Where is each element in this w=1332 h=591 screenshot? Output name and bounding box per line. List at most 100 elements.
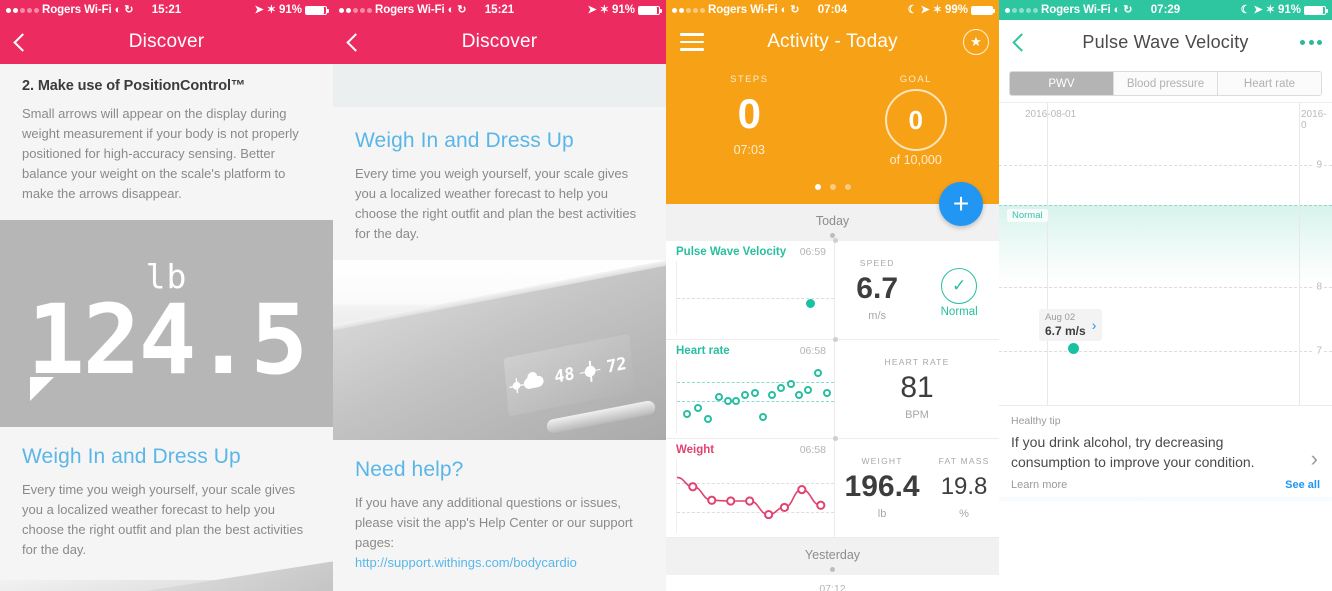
see-all-link[interactable]: See all: [1285, 479, 1320, 491]
metric2-value: 19.8: [940, 473, 988, 500]
data-point: [823, 388, 831, 397]
metric2-unit: %: [959, 508, 969, 520]
weight-metric: WEIGHT 196.4 lb: [845, 456, 920, 520]
card-title: Weight: [676, 444, 715, 456]
location-arrow-icon: ➤: [587, 3, 597, 16]
position-arrow-icon: [30, 377, 54, 401]
signal-dots-icon: [6, 7, 39, 13]
x-tick-end: 2016-0: [1301, 109, 1327, 131]
back-button-icon[interactable]: [1012, 32, 1031, 52]
location-arrow-icon: ➤: [1253, 3, 1263, 16]
healthy-tip-panel[interactable]: Healthy tip If you drink alcohol, try de…: [999, 405, 1332, 497]
status-bar: Rogers Wi-Fi ◐ ↻ 15:21 ➤ ✶ 91%: [0, 0, 333, 20]
need-help-card: Need help? If you have any additional qu…: [333, 440, 666, 589]
metric-value: 81: [900, 371, 934, 404]
carrier-name: Rogers Wi-Fi: [708, 4, 778, 16]
card-metrics: HEART RATE 81 BPM: [834, 340, 999, 438]
steps-value: 0: [737, 90, 761, 137]
callout-value: 6.7 m/s: [1045, 324, 1086, 338]
card-time: 06:58: [799, 345, 826, 357]
back-button-icon[interactable]: [13, 32, 32, 52]
card-time: 06:59: [799, 246, 826, 258]
pwv-chart[interactable]: 9 8 7 6 5 2016-08-01 2016-0 Normal Optim…: [999, 102, 1332, 501]
nav-bar: Discover: [333, 20, 666, 64]
check-circle-icon: ✓: [941, 268, 978, 304]
data-point: [777, 384, 786, 393]
section-heading: Weigh In and Dress Up: [355, 129, 574, 152]
card-next-partial[interactable]: 07:12: [678, 575, 987, 591]
goal-ring: 0: [884, 89, 947, 151]
card-time: 07:12: [819, 583, 846, 591]
carrier-name: Rogers Wi-Fi: [42, 4, 112, 16]
chevron-right-icon[interactable]: ›: [1311, 446, 1318, 472]
data-point: [703, 414, 712, 423]
day-separator-yesterday: Yesterday: [666, 538, 999, 575]
y-tick-8: 8: [1314, 281, 1324, 293]
weigh-in-card: Weigh In and Dress Up Every time you wei…: [0, 427, 333, 576]
learn-more-link[interactable]: Learn more: [1011, 479, 1067, 491]
badge-star-icon[interactable]: ★: [963, 29, 989, 55]
page-title: Discover: [461, 31, 538, 52]
signal-dots-icon: [339, 7, 372, 13]
battery-icon: [638, 5, 662, 15]
sync-icon: ↻: [790, 3, 800, 16]
section-heading-2: Weigh In and Dress Up: [22, 445, 241, 468]
metric2-label: FAT MASS: [938, 456, 990, 466]
add-button[interactable]: +: [939, 182, 983, 226]
zone-band-normal: [999, 205, 1332, 283]
data-point: [786, 379, 795, 388]
timeline-pin-icon: [830, 567, 835, 572]
tip-text: If you drink alcohol, try decreasing con…: [1011, 434, 1255, 470]
data-point: [750, 388, 759, 397]
page-title: Pulse Wave Velocity: [1082, 31, 1249, 52]
chevron-right-icon[interactable]: ›: [1092, 317, 1097, 333]
panel-pwv-detail: Rogers Wi-Fi ◐ ↻ 07:29 ☾ ➤ ✶ 91% Pulse W…: [999, 0, 1332, 591]
battery-icon: [1304, 5, 1328, 15]
timeline-pin-icon: [832, 436, 838, 441]
carrier-name: Rogers Wi-Fi: [375, 4, 445, 16]
back-button-icon[interactable]: [346, 32, 365, 52]
data-point: [683, 410, 692, 419]
tab-pwv[interactable]: PWV: [1010, 72, 1114, 95]
card-title: Pulse Wave Velocity: [676, 246, 787, 258]
more-dots-icon[interactable]: [1300, 39, 1322, 45]
data-point: [741, 390, 750, 399]
bluetooth-icon: ✶: [932, 3, 942, 16]
panel-discover-1: Rogers Wi-Fi ◐ ↻ 15:21 ➤ ✶ 91% Discover …: [0, 0, 333, 591]
card-pulse-wave-velocity[interactable]: Pulse Wave Velocity 06:59 SPEED 6.7 m/s …: [666, 238, 999, 340]
goal-sub: of 10,000: [889, 153, 942, 167]
metric-unit: BPM: [905, 409, 929, 421]
data-point-callout[interactable]: Aug 02 6.7 m/s ›: [1039, 309, 1103, 341]
support-link[interactable]: http://support.withings.com/bodycardio: [355, 553, 644, 573]
tab-heart-rate[interactable]: Heart rate: [1218, 72, 1321, 95]
tab-blood-pressure[interactable]: Blood pressure: [1114, 72, 1218, 95]
segmented-control[interactable]: PWV Blood pressure Heart rate: [1009, 71, 1322, 96]
steps-metric: STEPS 0 07:03: [674, 74, 824, 167]
fat-mass-metric: FAT MASS 19.8 %: [939, 456, 990, 520]
menu-icon[interactable]: [680, 33, 704, 51]
panel-activity: Rogers Wi-Fi ◐ ↻ 07:04 ☾ ➤ ✶ 99% Activit…: [666, 0, 999, 591]
data-point: [694, 403, 703, 412]
data-point: [779, 502, 790, 513]
data-point: [768, 390, 777, 399]
battery-percent: 91%: [1277, 4, 1301, 16]
battery-percent: 99%: [944, 4, 968, 16]
sync-icon: ↻: [124, 3, 134, 16]
data-point: [794, 390, 803, 399]
zone-label-normal: Normal: [1007, 209, 1048, 222]
cloudy-icon: [511, 374, 545, 391]
weight-trend-line: [677, 476, 826, 520]
x-tick-start: 2016-08-01: [1025, 109, 1077, 120]
card-weight[interactable]: Weight 06:58 WEIGHT 196.4 lb FAT MASS 19…: [666, 436, 999, 538]
weight-mini-chart: [676, 459, 834, 533]
data-point[interactable]: [1068, 343, 1079, 354]
panel-discover-2: Rogers Wi-Fi ◐ ↻ 15:21 ➤ ✶ 91% Discover …: [333, 0, 666, 591]
status-bar: Rogers Wi-Fi ◐ ↻ 15:21 ➤ ✶ 91%: [333, 0, 666, 20]
card-heart-rate[interactable]: Heart rate 06:58 HEART RATE 81 BPM: [666, 337, 999, 439]
nav-bar: Discover: [0, 20, 333, 64]
bluetooth-icon: ✶: [1265, 3, 1275, 16]
card-time: 06:58: [799, 444, 826, 456]
wifi-icon: ◐: [1113, 3, 1121, 16]
location-arrow-icon: ➤: [920, 3, 930, 16]
status-bar: Rogers Wi-Fi ◐ ↻ 07:29 ☾ ➤ ✶ 91%: [999, 0, 1332, 20]
